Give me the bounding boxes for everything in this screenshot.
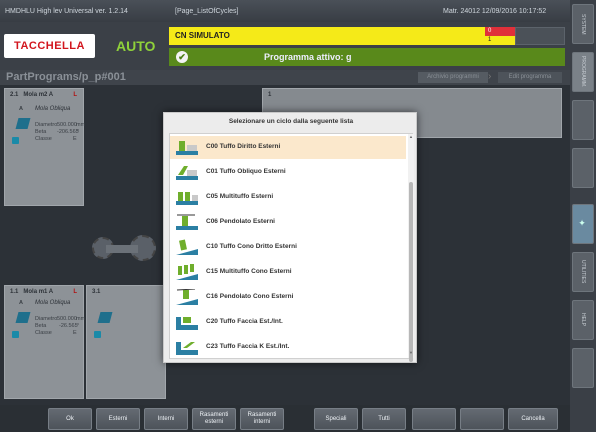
tab-4[interactable]: [572, 148, 594, 188]
cycle-item-c15[interactable]: C15 Multituffo Cono Esterni: [170, 261, 406, 284]
external-facing-button[interactable]: Rasamenti esterni: [192, 408, 236, 430]
app-window: HMDHLU High lev Universal ver. 1.2.14 [P…: [0, 0, 596, 432]
list-scrollbar[interactable]: ▲ ▼: [408, 134, 414, 362]
panel-header: 2.1 Mola m2 A L: [10, 92, 77, 98]
page-name: [Page_ListOfCycles]: [175, 7, 239, 15]
mode-indicator: AUTO: [116, 38, 156, 54]
alarm-count-yellow: 1: [488, 37, 492, 43]
softkey-empty-2[interactable]: [460, 408, 504, 430]
panel-subtitle: Mola Obliqua: [35, 106, 71, 112]
panel-subtitle: Mola Obliqua: [35, 300, 71, 306]
ok-button[interactable]: Ok: [48, 408, 92, 430]
coolant-icon: [12, 331, 19, 338]
tab-system[interactable]: SYSTEM: [572, 4, 594, 44]
archive-programs-link[interactable]: Archivio programmi: [418, 72, 488, 83]
alarm-count-red: 0: [485, 27, 515, 36]
tab-tools[interactable]: ✦: [572, 204, 594, 244]
brand-logo: TACCHELLA: [4, 34, 95, 58]
cone-plunge-icon: [176, 239, 198, 255]
chevron-right-icon: ›: [488, 71, 492, 82]
cycle-item-c06[interactable]: C06 Pendolato Esterni: [170, 211, 406, 234]
cycle-item-c23[interactable]: C23 Tuffo Faccia K Est./Int.: [170, 336, 406, 359]
tab-8[interactable]: [572, 348, 594, 388]
check-icon: ✔: [176, 51, 188, 63]
cn-message-bar: CN SIMULATO: [169, 27, 485, 45]
cycle-item-c10[interactable]: C10 Tuffo Cono Dritto Esterni: [170, 236, 406, 259]
tab-3[interactable]: [572, 100, 594, 140]
dialog-title: Selezionare un ciclo dalla seguente list…: [228, 118, 354, 125]
header: TACCHELLA AUTO CN SIMULATO 0 1 ✔ Program…: [0, 22, 570, 70]
program-status-bar: ✔ Programma attivo: g: [169, 48, 565, 66]
coolant-icon: [12, 137, 19, 144]
spindle-shape: [106, 245, 138, 253]
side-tab-bar: SYSTEM PROGRAMM. ✦ UTILITIES HELP: [570, 0, 596, 432]
plunge-oblique-icon: [176, 166, 198, 180]
external-filter-button[interactable]: Esterni: [96, 408, 140, 430]
cycle-item-c01[interactable]: C01 Tuffo Obliquo Esterni: [170, 161, 406, 184]
cone-traverse-icon: [176, 289, 198, 305]
internal-filter-button[interactable]: Interni: [144, 408, 188, 430]
multi-plunge-icon: [176, 192, 198, 205]
grinding-wheel-icon: [15, 118, 31, 129]
machine-illustration: [86, 225, 162, 285]
wheel-panel-m3[interactable]: 3.1: [86, 285, 166, 399]
breadcrumb-row: PartPrograms/p_p#001 Archivio programmi …: [0, 70, 570, 85]
tab-utilities[interactable]: UTILITIES: [572, 252, 594, 292]
panel-letter: A: [19, 106, 23, 112]
alarm-counter[interactable]: 0 1: [485, 27, 515, 45]
softkey-bar: Ok Esterni Interni Rasamenti esterni Ras…: [0, 405, 570, 432]
internal-facing-button[interactable]: Rasamenti interni: [240, 408, 284, 430]
cycle-selection-dialog: Selezionare un ciclo dalla seguente list…: [163, 112, 417, 363]
cycle-item-c05[interactable]: C05 Multituffo Esterni: [170, 186, 406, 209]
breadcrumb: PartPrograms/p_p#001: [6, 71, 126, 83]
coolant-icon: [94, 331, 101, 338]
grinding-wheel-icon: [97, 312, 113, 323]
wheel-panel-m2[interactable]: 2.1 Mola m2 A L A Mola Obliqua Diametro …: [4, 88, 85, 206]
wheel-panel-m1[interactable]: 1.1 Mola m1 A L A Mola Obliqua Diametro …: [4, 285, 85, 399]
cycle-list[interactable]: C00 Tuffo Diritto Esterni C01 Tuffo Obli…: [169, 133, 414, 362]
cancel-button[interactable]: Cancella: [508, 408, 558, 430]
plunge-straight-icon: [176, 141, 198, 155]
tab-help[interactable]: HELP: [572, 300, 594, 340]
softkey-empty-1[interactable]: [412, 408, 456, 430]
all-filter-button[interactable]: Tutti: [362, 408, 406, 430]
cycle-item-c00[interactable]: C00 Tuffo Diritto Esterni: [170, 136, 406, 159]
scroll-thumb[interactable]: [409, 182, 413, 362]
special-filter-button[interactable]: Speciali: [314, 408, 358, 430]
machine-datetime: Matr. 24012 12/09/2016 10:17:52: [443, 7, 547, 15]
scroll-down-icon[interactable]: ▼: [409, 350, 413, 355]
edit-program-link[interactable]: Edit programma: [498, 72, 562, 83]
panel-letter: A: [19, 300, 23, 306]
title-bar: HMDHLU High lev Universal ver. 1.2.14 [P…: [0, 0, 570, 22]
tab-program[interactable]: PROGRAMM.: [572, 52, 594, 92]
panel-header: 3.1: [92, 289, 101, 295]
scroll-up-icon[interactable]: ▲: [409, 134, 413, 139]
panel-header: 1: [268, 92, 272, 98]
cycle-item-c20[interactable]: C20 Tuffo Faccia Est./Int.: [170, 311, 406, 334]
cycle-item-c16[interactable]: C16 Pendolato Cono Esterni: [170, 286, 406, 309]
grinding-wheel-icon: [15, 312, 31, 323]
multi-cone-plunge-icon: [176, 264, 198, 280]
face-plunge-k-icon: [176, 342, 198, 355]
active-program: Programma attivo: g: [264, 52, 352, 62]
wrench-icon: ✦: [578, 219, 588, 229]
header-extra-box: [515, 27, 565, 45]
panel-header: 1.1 Mola m1 A L: [10, 289, 77, 295]
app-version: HMDHLU High lev Universal ver. 1.2.14: [5, 7, 128, 15]
traverse-icon: [176, 214, 198, 230]
face-plunge-icon: [176, 317, 198, 330]
